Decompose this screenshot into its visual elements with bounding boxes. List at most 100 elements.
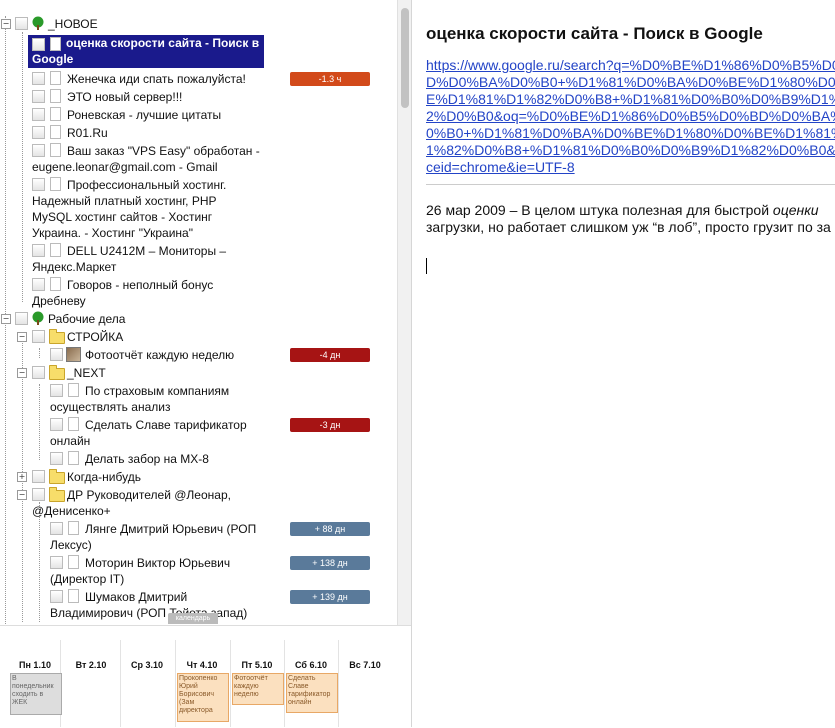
- item-checkbox[interactable]: [32, 470, 45, 483]
- tree-item[interactable]: Ваш заказ "VPS Easy" обработан - eugene.…: [0, 142, 397, 176]
- item-label-cont: осуществлять анализ: [50, 400, 171, 414]
- tree-item[interactable]: Женечка иди спать пожалуйста! -1.3 ч: [0, 70, 397, 88]
- item-label: Женечка иди спать пожалуйста!: [67, 72, 246, 86]
- tree-item-selected[interactable]: оценка скорости сайта - Поиск в Google: [28, 35, 264, 68]
- item-checkbox[interactable]: [32, 90, 45, 103]
- item-checkbox[interactable]: [32, 108, 45, 121]
- item-label: СТРОЙКА: [67, 330, 124, 344]
- item-label-cont: MySQL хостинг сайтов - Хостинг: [32, 210, 213, 224]
- tree-item[interactable]: Фотоотчёт каждую неделю -4 дн: [0, 346, 397, 364]
- calendar-gridline: [120, 640, 121, 727]
- item-label-cont: Украина. - Хостинг "Украина": [32, 226, 193, 240]
- tree-item-folder[interactable]: + Когда-нибудь: [0, 468, 397, 486]
- due-badge: -4 дн: [290, 348, 370, 362]
- item-checkbox[interactable]: [32, 488, 45, 501]
- item-checkbox[interactable]: [50, 348, 63, 361]
- note-editor[interactable]: оценка скорости сайта - Поиск в Google h…: [412, 0, 835, 727]
- calendar-note[interactable]: В понедельник сходить в ЖЕК: [10, 673, 62, 715]
- calendar-day[interactable]: Сб 6.10: [284, 660, 338, 670]
- collapse-toggle[interactable]: −: [17, 490, 27, 500]
- item-checkbox[interactable]: [32, 178, 45, 191]
- item-label-cont: Google: [32, 52, 74, 66]
- item-checkbox[interactable]: [50, 522, 63, 535]
- tree-item[interactable]: Сделать Славе тарификатор онлайн -3 дн: [0, 416, 397, 450]
- calendar-note[interactable]: Прокопенко Юрий Борисович (Зам директора: [177, 673, 229, 722]
- item-label: Сделать Славе тарификатор: [85, 418, 247, 432]
- separator: [426, 184, 835, 185]
- calendar-note[interactable]: Сделать Славе тарификатор онлайн: [286, 673, 338, 713]
- tree-item[interactable]: Роневская - лучшие цитаты: [0, 106, 397, 124]
- item-checkbox[interactable]: [32, 72, 45, 85]
- tree-item-folder[interactable]: − _NEXT: [0, 364, 397, 382]
- item-label-cont: онлайн: [50, 434, 91, 448]
- document-icon: [50, 89, 61, 103]
- document-icon: [68, 417, 79, 431]
- tree-item[interactable]: Делать забор на МХ-8: [0, 450, 397, 468]
- tree-item-work[interactable]: − Рабочие дела: [0, 310, 397, 328]
- item-label-cont: Яндекс.Маркет: [32, 260, 117, 274]
- note-link[interactable]: https://www.google.ru/search?q=%D0%BE%D1…: [426, 57, 835, 176]
- tree-item-novoe[interactable]: − _НОВОЕ: [0, 15, 397, 33]
- tree-scrollbar[interactable]: [397, 0, 412, 625]
- calendar-day[interactable]: Вт 2.10: [64, 660, 118, 670]
- tree-item[interactable]: DELL U2412M – Мониторы – Яндекс.Маркет: [0, 242, 397, 276]
- item-checkbox[interactable]: [32, 244, 45, 257]
- document-icon: [50, 143, 61, 157]
- tree-item[interactable]: Лянге Дмитрий Юрьевич (РОП Лексус) + 88 …: [0, 520, 397, 554]
- item-checkbox[interactable]: [15, 312, 28, 325]
- collapse-toggle[interactable]: −: [17, 332, 27, 342]
- tree-item[interactable]: R01.Ru: [0, 124, 397, 142]
- calendar-tab[interactable]: календарь: [168, 613, 218, 624]
- item-checkbox[interactable]: [32, 38, 45, 51]
- calendar-gridline: [338, 640, 339, 727]
- calendar-day[interactable]: Ср 3.10: [120, 660, 174, 670]
- document-icon: [50, 177, 61, 191]
- collapse-toggle[interactable]: −: [1, 19, 11, 29]
- calendar-day[interactable]: Пт 5.10: [230, 660, 284, 670]
- item-label: Профессиональный хостинг.: [67, 178, 227, 192]
- calendar-note[interactable]: Фотоотчёт каждую неделю: [232, 673, 284, 705]
- item-checkbox[interactable]: [32, 330, 45, 343]
- expand-toggle[interactable]: +: [17, 472, 27, 482]
- item-label-cont: Надежный платный хостинг, PHP: [32, 194, 217, 208]
- due-badge: + 139 дн: [290, 590, 370, 604]
- item-checkbox[interactable]: [50, 384, 63, 397]
- calendar-day[interactable]: Вс 7.10: [338, 660, 392, 670]
- item-label: _NEXT: [67, 366, 106, 380]
- item-checkbox[interactable]: [32, 144, 45, 157]
- item-checkbox[interactable]: [50, 418, 63, 431]
- tree-item[interactable]: Моторин Виктор Юрьевич (Директор IT) + 1…: [0, 554, 397, 588]
- tree-item[interactable]: По страховым компаниям осуществлять анал…: [0, 382, 397, 416]
- tree-item[interactable]: ЭТО новый сервер!!!: [0, 88, 397, 106]
- note-body-emphasis: оценки: [772, 202, 819, 218]
- task-tree[interactable]: − _НОВОЕ оценка скорости сайта - Поиск в…: [0, 0, 397, 625]
- due-badge: + 138 дн: [290, 556, 370, 570]
- item-checkbox[interactable]: [50, 556, 63, 569]
- calendar-day[interactable]: Пн 1.10: [8, 660, 62, 670]
- item-label: Фотоотчёт каждую неделю: [85, 348, 235, 362]
- item-checkbox[interactable]: [15, 17, 28, 30]
- note-body[interactable]: 26 мар 2009 – В целом штука полезная для…: [426, 202, 835, 236]
- item-checkbox[interactable]: [32, 366, 45, 379]
- document-icon: [68, 521, 79, 535]
- calendar-day[interactable]: Чт 4.10: [175, 660, 229, 670]
- item-label: Роневская - лучшие цитаты: [67, 108, 222, 122]
- tree-item-folder[interactable]: − СТРОЙКА: [0, 328, 397, 346]
- document-icon: [50, 125, 61, 139]
- note-title[interactable]: оценка скорости сайта - Поиск в Google: [426, 24, 763, 44]
- item-label: Говоров - неполный бонус: [67, 278, 214, 292]
- item-checkbox[interactable]: [32, 278, 45, 291]
- item-checkbox[interactable]: [50, 452, 63, 465]
- collapse-toggle[interactable]: −: [17, 368, 27, 378]
- item-checkbox[interactable]: [32, 126, 45, 139]
- tree-item[interactable]: Говоров - неполный бонус Дребневу: [0, 276, 397, 310]
- item-checkbox[interactable]: [50, 590, 63, 603]
- item-label: оценка скорости сайта - Поиск в: [66, 36, 260, 50]
- collapse-toggle[interactable]: −: [1, 314, 11, 324]
- calendar-gridline: [284, 640, 285, 727]
- scrollbar-thumb[interactable]: [401, 8, 409, 108]
- item-label: ДР Руководителей @Леонар,: [67, 488, 231, 502]
- item-label: ЭТО новый сервер!!!: [67, 90, 183, 104]
- tree-item[interactable]: Профессиональный хостинг. Надежный платн…: [0, 176, 397, 244]
- tree-item-folder[interactable]: − ДР Руководителей @Леонар, @Денисенко+: [0, 486, 397, 520]
